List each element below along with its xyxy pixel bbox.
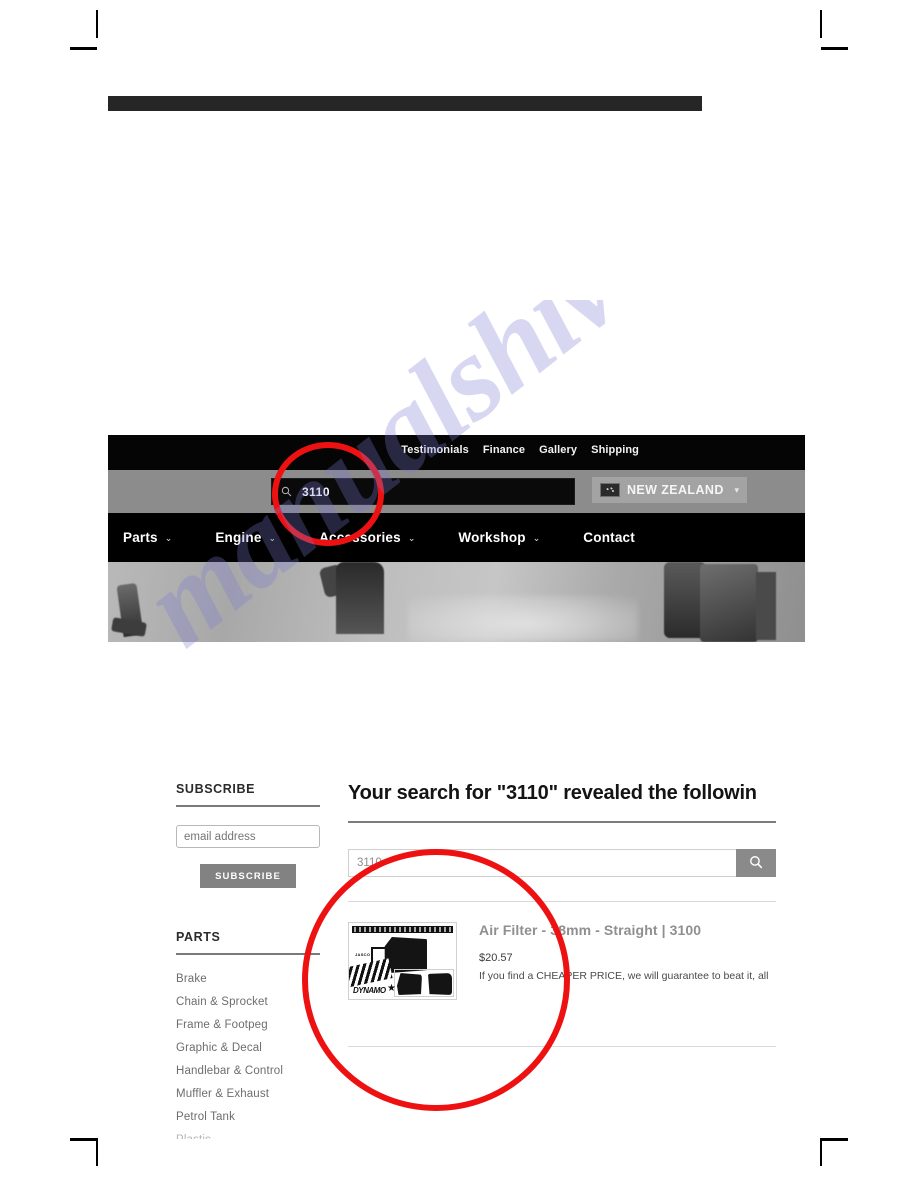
hero-banner-image (108, 562, 805, 642)
locale-label: NEW ZEALAND (627, 483, 724, 497)
chevron-down-icon: ⌄ (407, 533, 416, 543)
nav-item-workshop[interactable]: Workshop ⌄ (458, 530, 540, 545)
nav-item-accessories[interactable]: Accessories ⌄ (319, 530, 415, 545)
parts-divider (176, 953, 320, 955)
nav-item-label: Engine (215, 530, 262, 545)
website-screenshot: Testimonials Finance Gallery Shipping 31… (108, 435, 805, 642)
results-divider-bottom (348, 1046, 776, 1047)
utility-links: Testimonials Finance Gallery Shipping (401, 444, 639, 456)
star-icon: ★ (387, 983, 396, 994)
search-input[interactable] (348, 849, 736, 877)
crop-mark-top-left (70, 10, 110, 50)
new-zealand-flag-icon (600, 483, 620, 497)
sidebar-item-graphic-decal[interactable]: Graphic & Decal (176, 1042, 320, 1054)
sidebar-item-chain-sprocket[interactable]: Chain & Sprocket (176, 996, 320, 1008)
sidebar-item-petrol-tank[interactable]: Petrol Tank (176, 1111, 320, 1123)
utility-link-testimonials[interactable]: Testimonials (401, 444, 469, 456)
nav-item-engine[interactable]: Engine ⌄ (215, 530, 276, 545)
utility-bar: Testimonials Finance Gallery Shipping (108, 435, 805, 470)
parts-block: PARTS Brake Chain & Sprocket Frame & Foo… (176, 930, 320, 1139)
thumbnail-detail-1 (397, 973, 422, 995)
chevron-down-icon: ⌄ (268, 533, 277, 543)
utility-link-gallery[interactable]: Gallery (539, 444, 577, 456)
sidebar-item-handlebar-control[interactable]: Handlebar & Control (176, 1065, 320, 1077)
utility-link-finance[interactable]: Finance (483, 444, 525, 456)
results-column: Your search for "3110" revealed the foll… (348, 782, 776, 1150)
sidebar: SUBSCRIBE SUBSCRIBE PARTS Brake Chain & … (176, 782, 320, 1150)
crop-mark-bottom-left (70, 1138, 110, 1178)
header-search-value: 3110 (302, 484, 331, 499)
thumbnail-brand-mark: JASCO (355, 952, 371, 957)
utility-link-shipping[interactable]: Shipping (591, 444, 639, 456)
crop-mark-bottom-right (808, 1138, 848, 1178)
title-divider (348, 821, 776, 823)
product-result-row[interactable]: JASCO DYNAMO ★ Air Filter - 38mm - Strai… (348, 902, 776, 1022)
chevron-down-icon: ▾ (734, 484, 739, 495)
subscribe-heading: SUBSCRIBE (176, 782, 256, 796)
page-title: Your search for "3110" revealed the foll… (348, 782, 757, 804)
sidebar-item-frame-footpeg[interactable]: Frame & Footpeg (176, 1019, 320, 1031)
product-title[interactable]: Air Filter - 38mm - Straight | 3100 (479, 922, 776, 938)
search-icon (281, 486, 292, 497)
product-description: If you find a CHEAPER PRICE, we will gua… (479, 970, 769, 982)
hero-rider-right-3 (756, 572, 776, 640)
main-navigation: Parts ⌄ Engine ⌄ Accessories ⌄ Workshop … (108, 513, 805, 562)
thumbnail-logo: DYNAMO (353, 986, 386, 995)
hero-dust-cloud (408, 596, 638, 642)
header-search-box[interactable]: 3110 (271, 478, 575, 505)
thumbnail-header-band (352, 926, 453, 933)
crop-mark-top-right (808, 10, 848, 50)
nav-item-label: Contact (583, 530, 635, 545)
sidebar-item-muffler-exhaust[interactable]: Muffler & Exhaust (176, 1088, 320, 1100)
hero-rider-mid (336, 562, 384, 634)
product-thumbnail[interactable]: JASCO DYNAMO ★ (348, 922, 457, 1000)
chevron-down-icon: ⌄ (532, 533, 541, 543)
parts-heading: PARTS (176, 930, 221, 944)
page-top-rule (108, 96, 702, 111)
sidebar-item-brake[interactable]: Brake (176, 973, 320, 985)
subscribe-button[interactable]: SUBSCRIBE (200, 864, 296, 888)
locale-selector[interactable]: NEW ZEALAND ▾ (592, 477, 747, 503)
nav-item-parts[interactable]: Parts ⌄ (123, 530, 172, 545)
nav-item-label: Parts (123, 530, 158, 545)
nav-item-label: Accessories (319, 530, 401, 545)
search-submit-button[interactable] (736, 849, 776, 877)
thumbnail-streak (349, 958, 393, 988)
search-results-page: SUBSCRIBE SUBSCRIBE PARTS Brake Chain & … (176, 782, 776, 1150)
nav-item-label: Workshop (458, 530, 526, 545)
sidebar-item-plastic[interactable]: Plastic (176, 1134, 320, 1139)
nav-item-contact[interactable]: Contact (583, 530, 635, 545)
product-price: $20.57 (479, 952, 513, 964)
email-field[interactable] (176, 825, 320, 848)
results-search-form (348, 849, 776, 877)
hero-rider-right-2 (700, 564, 758, 642)
search-icon (749, 855, 763, 872)
search-strip: 3110 NEW ZEALAND ▾ (108, 470, 805, 513)
subscribe-divider (176, 805, 320, 807)
product-info: Air Filter - 38mm - Straight | 3100 $20.… (479, 922, 776, 1000)
chevron-down-icon: ⌄ (164, 533, 173, 543)
parts-list: Brake Chain & Sprocket Frame & Footpeg G… (176, 973, 320, 1139)
thumbnail-detail-2 (428, 973, 452, 995)
